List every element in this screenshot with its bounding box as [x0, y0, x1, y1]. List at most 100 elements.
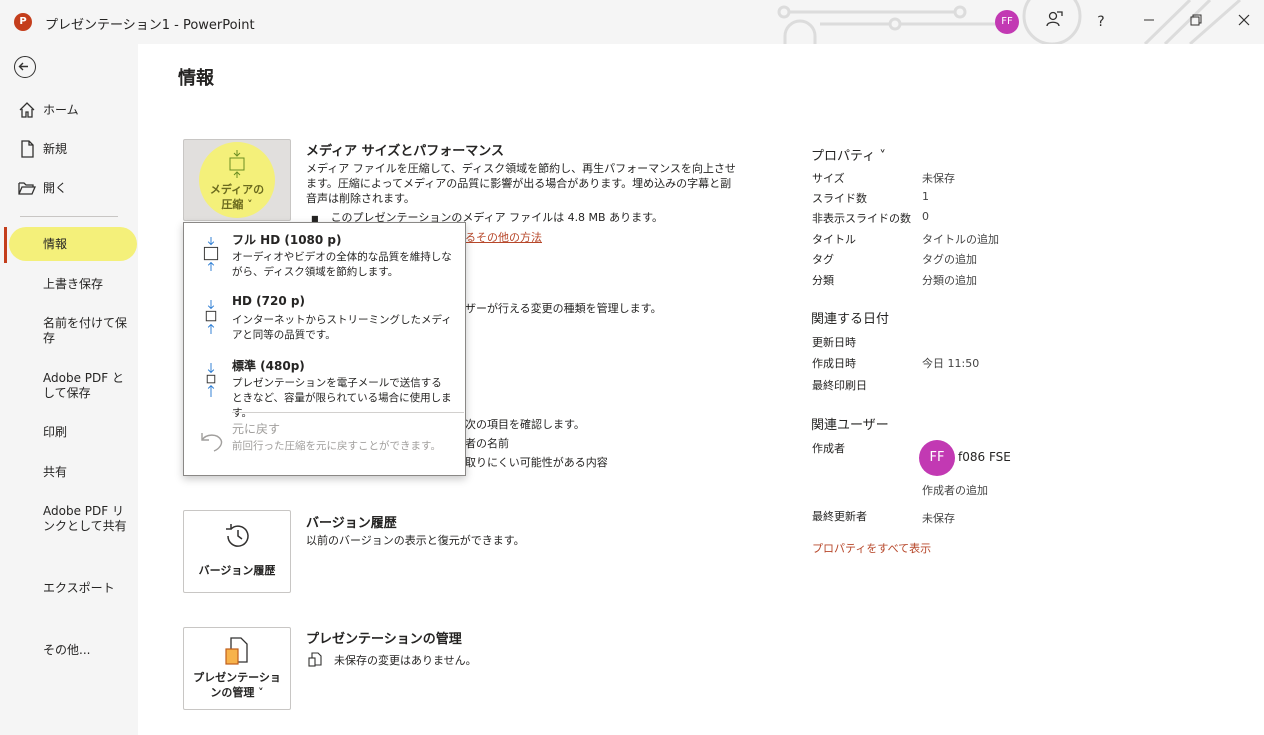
prop-value: 0 — [922, 210, 929, 223]
menu-item-desc: インターネットからストリーミングしたメディアと同等の品質です。 — [232, 314, 452, 341]
sidebar-item-new[interactable]: 新規 — [0, 132, 138, 166]
sidebar-item-share[interactable]: 共有 — [0, 455, 138, 489]
prop-key: 作成者 — [812, 442, 845, 455]
menu-item-full-hd[interactable]: フル HD (1080 p) オーディオやビデオの全体的な品質を維持しながら、デ… — [184, 223, 465, 285]
people-heading: 関連ユーザー — [811, 418, 889, 433]
sidebar-item-print[interactable]: 印刷 — [0, 415, 138, 449]
media-section-title: メディア サイズとパフォーマンス — [306, 144, 504, 159]
sidebar-item-save-as-pdf[interactable]: Adobe PDF として保存 — [0, 369, 138, 403]
sidebar-item-open[interactable]: 開く — [0, 171, 138, 205]
window-title: プレゼンテーション1 - PowerPoint — [45, 18, 255, 33]
page-title: 情報 — [178, 68, 214, 89]
sidebar-item-export[interactable]: エクスポート — [0, 571, 138, 605]
version-section-title: バージョン履歴 — [306, 516, 397, 531]
manage-presentation-button[interactable]: プレゼンテーショ ンの管理 ˅ — [183, 627, 291, 710]
manage-status: 未保存の変更はありません。 — [334, 654, 477, 667]
properties-heading[interactable]: プロパティ ˅ — [811, 145, 886, 164]
compress-480-icon — [206, 363, 216, 397]
sidebar-item-label: 名前を付けて保存 — [43, 316, 128, 345]
prop-key: タグ — [812, 253, 834, 266]
inspect-item: 取りにくい可能性がある内容 — [465, 456, 608, 469]
protect-description: ザーが行える変更の種類を管理します。 — [465, 302, 662, 315]
prop-key: 分類 — [812, 274, 834, 287]
account-avatar[interactable]: FF — [995, 10, 1019, 34]
prop-key: スライド数 — [812, 192, 867, 205]
prop-title-field[interactable]: タイトルの追加 — [922, 231, 999, 247]
sidebar-item-home[interactable]: ホーム — [0, 93, 138, 127]
menu-item-standard[interactable]: 標準 (480p) プレゼンテーションを電子メールで送信するときなど、容量が限ら… — [184, 349, 465, 419]
sidebar-divider — [20, 216, 118, 217]
close-icon[interactable] — [1232, 10, 1256, 34]
menu-item-undo-compress: 元に戻す 前回行った圧縮を元に戻すことができます。 — [184, 415, 465, 477]
restore-icon[interactable] — [1184, 10, 1208, 34]
sidebar-item-label: Adobe PDF として保存 — [43, 371, 124, 400]
new-document-icon — [21, 140, 34, 158]
menu-item-title: 標準 (480p) — [232, 359, 305, 373]
prop-tag-field[interactable]: タグの追加 — [922, 251, 977, 267]
prop-key: 更新日時 — [812, 336, 856, 349]
prop-key: 最終更新者 — [812, 510, 867, 523]
prop-category-field[interactable]: 分類の追加 — [922, 272, 977, 288]
version-description: 以前のバージョンの表示と復元ができます。 — [306, 534, 525, 547]
media-more-link[interactable]: るその他の方法 — [465, 229, 542, 245]
compress-1080-icon — [203, 237, 219, 271]
menu-divider — [232, 412, 464, 413]
home-icon — [19, 102, 35, 118]
feedback-icon[interactable] — [1042, 10, 1066, 34]
sidebar-item-share-pdf-link[interactable]: Adobe PDF リンクとして共有 — [0, 502, 138, 536]
prop-value: 1 — [922, 190, 929, 203]
sidebar-item-label: 開く — [43, 180, 68, 195]
prop-key: 最終印刷日 — [812, 379, 867, 392]
compress-media-button[interactable]: メディアの 圧縮 ˅ — [183, 139, 291, 221]
inspect-description: 次の項目を確認します。 — [465, 418, 585, 431]
author-avatar[interactable]: FF — [919, 440, 955, 476]
backstage-sidebar: ホーム 新規 開く 情報 上書き保存 名前を付けて保存 Adobe PDF とし… — [0, 44, 138, 735]
compress-media-icon — [229, 150, 245, 178]
history-icon — [226, 524, 249, 547]
manage-document-icon — [225, 637, 248, 665]
prop-key: サイズ — [812, 172, 845, 185]
menu-item-desc: 前回行った圧縮を元に戻すことができます。 — [232, 440, 441, 452]
title-bar: P プレゼンテーション1 - PowerPoint FF ? — [0, 0, 1264, 44]
sidebar-item-label: 共有 — [43, 464, 68, 479]
inspect-item: 者の名前 — [465, 437, 509, 450]
media-description: メディア ファイルを圧縮して、ディスク領域を節約し、再生パフォーマンスを向上させ… — [306, 162, 736, 205]
powerpoint-logo-icon: P — [14, 13, 32, 31]
sidebar-item-label: エクスポート — [43, 580, 115, 595]
menu-item-title: 元に戻す — [232, 422, 281, 436]
help-button[interactable]: ? — [1089, 10, 1113, 34]
sidebar-item-save[interactable]: 上書き保存 — [0, 267, 138, 301]
menu-item-hd[interactable]: HD (720 p) インターネットからストリーミングしたメディアと同等の品質で… — [184, 286, 465, 348]
author-name[interactable]: f086 FSE — [958, 450, 1011, 464]
prop-value: 未保存 — [922, 172, 955, 185]
sidebar-item-label: 新規 — [43, 141, 68, 156]
sidebar-item-more[interactable]: その他... — [0, 633, 138, 667]
minimize-icon[interactable] — [1137, 10, 1161, 34]
back-arrow-icon[interactable] — [14, 56, 36, 78]
prop-key: タイトル — [812, 233, 856, 246]
menu-item-desc: オーディオやビデオの全体的な品質を維持しながら、ディスク領域を節約します。 — [232, 251, 452, 278]
sidebar-item-save-as[interactable]: 名前を付けて保存 — [0, 314, 138, 348]
tile-label: プレゼンテーショ ンの管理 ˅ — [193, 671, 281, 699]
sidebar-item-label: ホーム — [43, 102, 79, 117]
prop-value: 未保存 — [922, 512, 955, 525]
sidebar-item-label: 情報 — [43, 236, 68, 251]
compress-media-menu: フル HD (1080 p) オーディオやビデオの全体的な品質を維持しながら、デ… — [183, 222, 466, 476]
sidebar-item-info[interactable]: 情報 — [0, 227, 138, 261]
menu-item-title: フル HD (1080 p) — [232, 233, 342, 247]
show-all-properties-link[interactable]: プロパティをすべて表示 — [812, 540, 931, 556]
tile-label: バージョン履歴 — [198, 564, 276, 577]
prop-value: 今日 11:50 — [922, 357, 980, 370]
add-author-field[interactable]: 作成者の追加 — [922, 482, 988, 498]
document-status-icon — [308, 652, 322, 667]
version-history-button[interactable]: バージョン履歴 — [183, 510, 291, 593]
compress-720-icon — [205, 300, 217, 334]
sidebar-item-label: その他... — [43, 642, 91, 657]
menu-item-title: HD (720 p) — [232, 294, 305, 308]
manage-section-title: プレゼンテーションの管理 — [306, 632, 462, 647]
sidebar-item-label: 上書き保存 — [43, 276, 104, 291]
sidebar-item-label: Adobe PDF リンクとして共有 — [43, 504, 127, 533]
sidebar-item-label: 印刷 — [43, 424, 68, 439]
dates-heading: 関連する日付 — [811, 312, 890, 327]
prop-key: 非表示スライドの数 — [812, 212, 911, 225]
